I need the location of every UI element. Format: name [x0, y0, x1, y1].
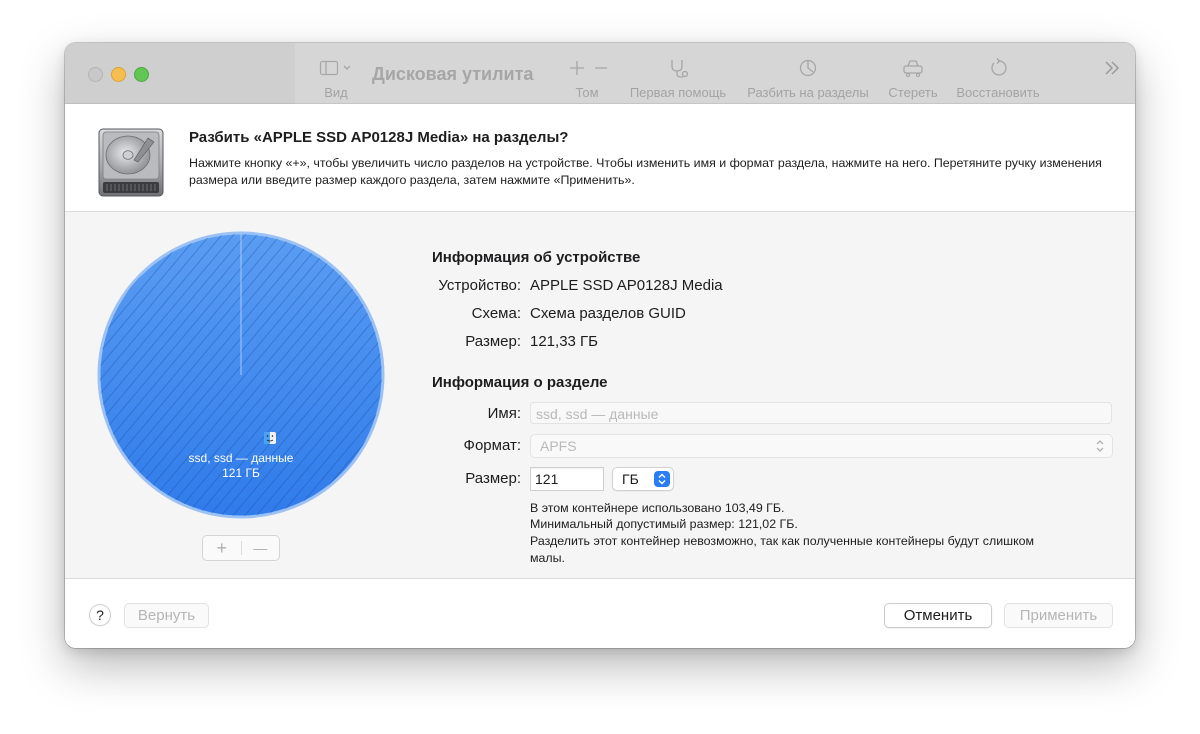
partition-size-label: Размер: — [465, 470, 521, 487]
partition-name-field[interactable]: ssd, ssd — данные — [530, 402, 1112, 424]
partition-label: Разбить на разделы — [747, 85, 869, 100]
remove-partition-button[interactable]: — — [242, 536, 280, 560]
size-unit-value: ГБ — [622, 471, 639, 487]
sheet-description: Нажмите кнопку «+», чтобы увеличить числ… — [189, 156, 1102, 187]
device-size-label: Размер: — [465, 333, 521, 350]
revert-button[interactable]: Вернуть — [124, 603, 209, 628]
scheme-value: Схема разделов GUID — [530, 305, 686, 322]
up-down-chevron-icon — [1096, 440, 1104, 452]
sheet-body: ssd, ssd — данные 121 ГБ + — Информация … — [65, 212, 1135, 579]
view-toolbar-button[interactable]: Вид — [318, 57, 354, 100]
restore-icon — [991, 58, 1007, 76]
toolbar-overflow-button[interactable] — [1102, 60, 1122, 81]
add-remove-volume-icon — [570, 61, 607, 75]
format-label: Формат: — [463, 437, 521, 454]
unit-stepper — [654, 471, 670, 487]
first-aid-label: Первая помощь — [629, 85, 727, 100]
apply-button[interactable]: Применить — [1004, 603, 1113, 628]
cancel-button[interactable]: Отменить — [884, 603, 992, 628]
view-label: Вид — [324, 85, 348, 100]
toolbar: Вид Дисковая утилита Том Первая помощь Р… — [65, 43, 1135, 104]
minimum-size-note: Минимальный допустимый размер: 121,02 ГБ… — [530, 517, 798, 531]
pie-partition-name: ssd, ssd — данные — [188, 451, 294, 465]
sheet-header: Разбить «APPLE SSD AP0128J Media» на раз… — [65, 104, 1135, 212]
partition-name-label: Имя: — [487, 405, 521, 422]
erase-toolbar-button[interactable]: Стереть — [885, 57, 941, 100]
partition-info-heading: Информация о разделе — [432, 374, 608, 391]
sheet-footer: ? Вернуть Отменить Применить — [65, 579, 1135, 648]
minimize-window-button[interactable] — [111, 67, 126, 82]
partition-toolbar-button[interactable]: Разбить на разделы — [744, 57, 872, 100]
zoom-window-button[interactable] — [134, 67, 149, 82]
volume-label: Том — [575, 85, 599, 100]
erase-drive-icon — [903, 60, 923, 78]
restore-label: Восстановить — [956, 85, 1040, 100]
partition-sheet: Разбить «APPLE SSD AP0128J Media» на раз… — [65, 104, 1135, 648]
size-unit-select[interactable]: ГБ — [612, 467, 674, 491]
disk-utility-window: Вид Дисковая утилита Том Первая помощь Р… — [65, 43, 1135, 648]
first-aid-toolbar-button[interactable]: Первая помощь — [627, 57, 729, 100]
partition-pie-chart[interactable]: ssd, ssd — данные 121 ГБ — [96, 230, 386, 520]
restore-toolbar-button[interactable]: Восстановить — [953, 57, 1043, 100]
scheme-label: Схема: — [471, 305, 521, 322]
hard-drive-icon — [98, 128, 164, 197]
format-select[interactable]: APFS — [530, 434, 1113, 458]
format-select-value: APFS — [540, 438, 577, 454]
device-label: Устройство: — [438, 277, 521, 294]
finder-volume-icon — [264, 432, 276, 444]
device-value: APPLE SSD AP0128J Media — [530, 277, 723, 294]
window-title: Дисковая утилита — [372, 64, 534, 84]
pie-partition-icon — [799, 59, 817, 77]
used-space-note: В этом контейнере использовано 103,49 ГБ… — [530, 501, 785, 515]
partition-size-input[interactable]: 121 — [530, 467, 604, 491]
up-down-chevron-icon — [658, 473, 666, 485]
erase-label: Стереть — [888, 85, 938, 100]
add-partition-button[interactable]: + — [203, 536, 241, 560]
sidebar-icon — [319, 60, 351, 76]
add-remove-partition-control: + — — [202, 535, 280, 561]
help-button[interactable]: ? — [89, 604, 111, 626]
close-window-button[interactable] — [88, 67, 103, 82]
sheet-title: Разбить «APPLE SSD AP0128J Media» на раз… — [189, 129, 569, 146]
pie-partition-size: 121 ГБ — [222, 466, 260, 480]
chevron-double-right-icon — [1105, 61, 1120, 75]
volume-toolbar-button[interactable]: Том — [559, 57, 615, 100]
stethoscope-icon — [671, 60, 689, 78]
device-size-value: 121,33 ГБ — [530, 333, 599, 350]
cannot-partition-note: Разделить этот контейнер невозможно, так… — [530, 534, 1035, 565]
device-info-heading: Информация об устройстве — [432, 249, 641, 266]
